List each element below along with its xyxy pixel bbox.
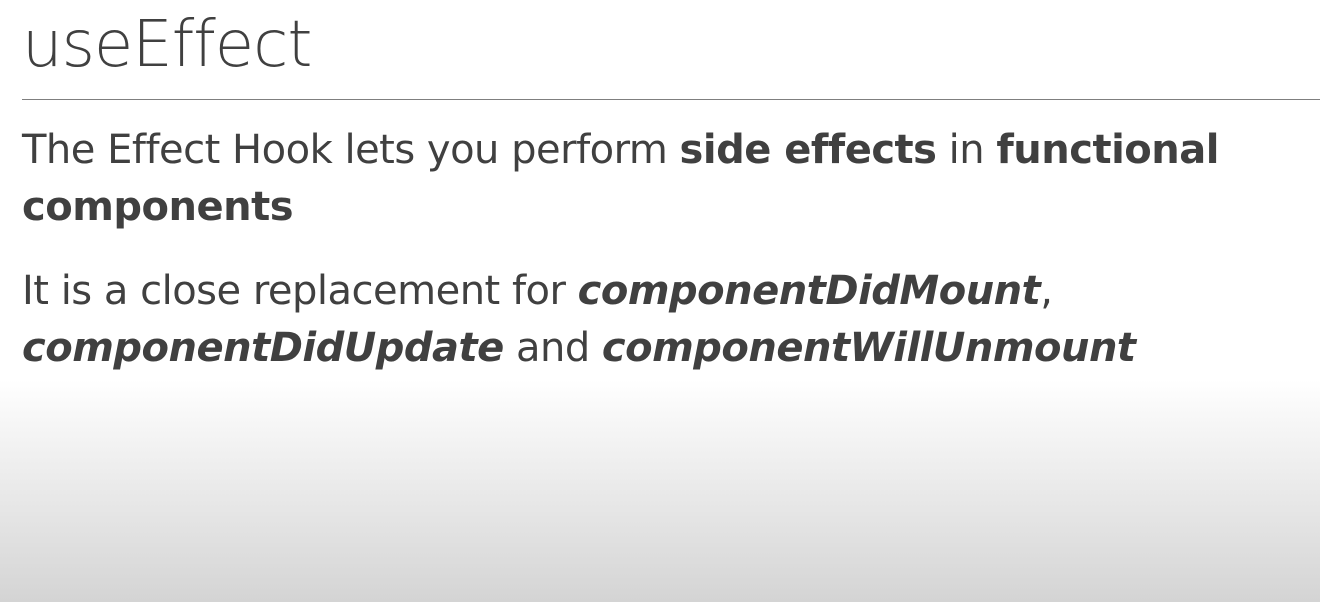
presentation-slide: useEffect The Effect Hook lets you perfo… [0,0,1320,602]
slide-title: useEffect [22,8,312,82]
paragraph-effect-hook: The Effect Hook lets you perform side ef… [22,122,1312,236]
term-component-did-update: componentDidUpdate [22,325,504,371]
term-component-did-mount: componentDidMount [577,268,1041,314]
paragraph-text: , [1040,268,1053,314]
paragraph-text: The Effect Hook lets you perform [22,127,680,173]
paragraph-lifecycle-replacement: It is a close replacement for componentD… [22,263,1312,377]
term-component-will-unmount: componentWillUnmount [601,325,1136,371]
paragraph-text: in [936,127,997,173]
paragraph-text: It is a close replacement for [22,268,578,314]
bold-term-side-effects: side effects [679,127,937,173]
paragraph-text: and [503,325,602,371]
title-divider [22,99,1320,100]
